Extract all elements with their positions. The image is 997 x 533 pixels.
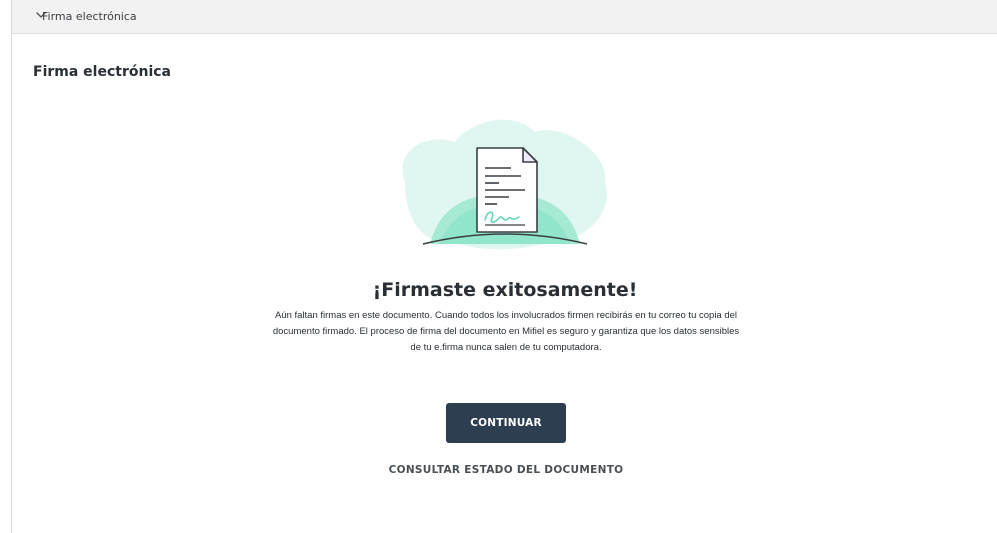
signed-document-icon <box>402 119 607 250</box>
continue-button[interactable]: CONTINUAR <box>446 403 566 443</box>
accordion-header[interactable] <box>12 0 997 34</box>
success-message: Aún faltan firmas en este documento. Cua… <box>272 310 740 353</box>
document-icon <box>476 147 538 233</box>
page: Firma electrónica Firma electrónica ¡Fir… <box>0 0 997 533</box>
accordion-title[interactable]: Firma electrónica <box>42 10 137 24</box>
section-title: Firma electrónica <box>33 64 171 80</box>
success-title: ¡Firmaste exitosamente! <box>372 279 638 301</box>
check-document-status-link[interactable]: CONSULTAR ESTADO DEL DOCUMENTO <box>356 463 656 477</box>
left-border <box>11 0 12 533</box>
